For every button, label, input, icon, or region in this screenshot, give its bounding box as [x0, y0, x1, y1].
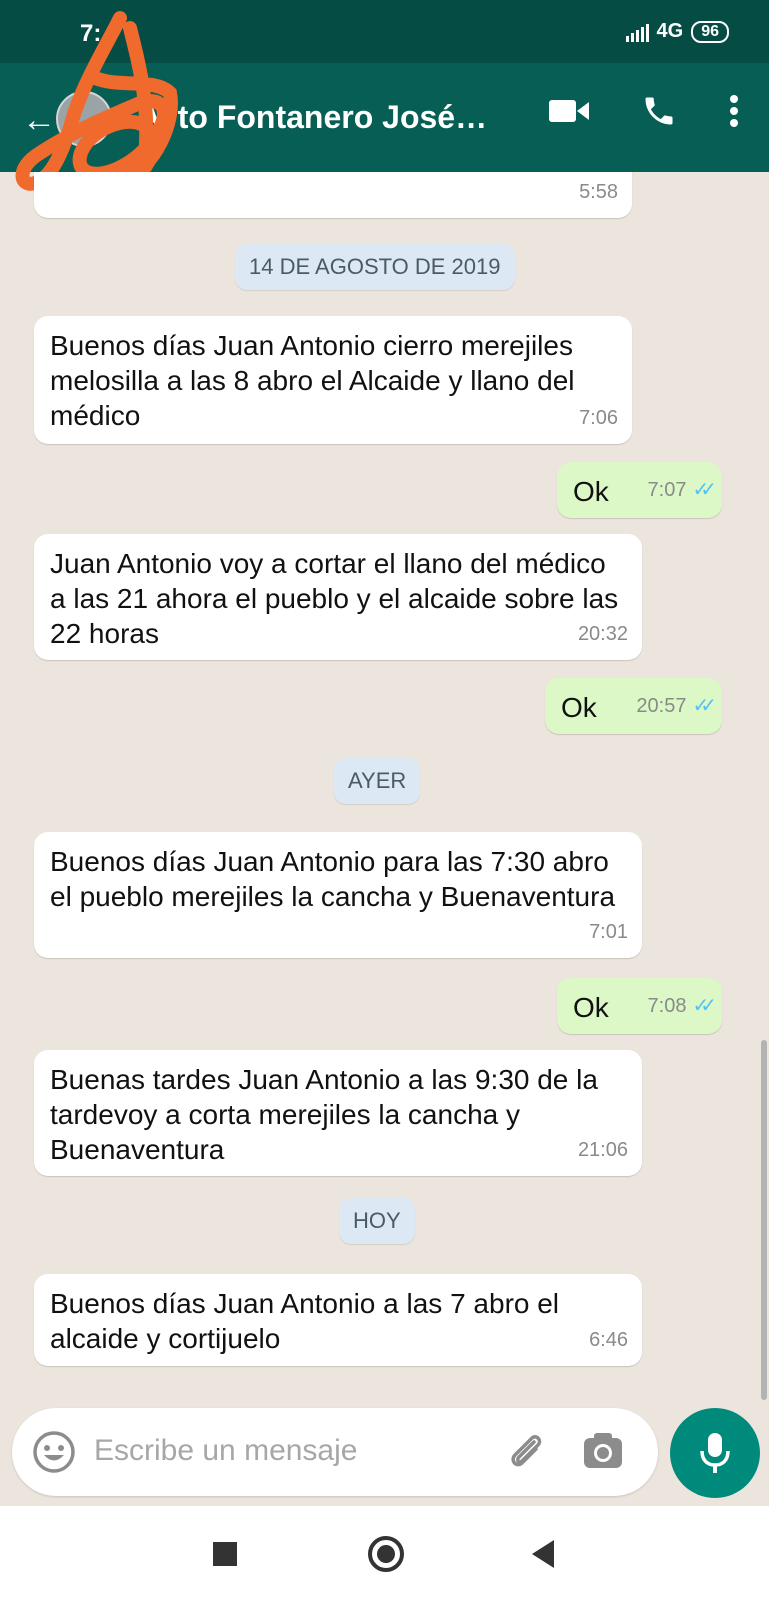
double-check-icon: ✓✓ — [692, 479, 716, 501]
message-incoming[interactable]: 5:58 — [34, 172, 632, 218]
message-outgoing[interactable]: Ok 20:57 ✓✓ — [545, 678, 722, 734]
signal-icon — [625, 22, 649, 42]
message-incoming[interactable]: Buenos días Juan Antonio cierro merejile… — [34, 316, 632, 444]
message-outgoing[interactable]: Ok 7:08 ✓✓ — [557, 978, 722, 1034]
header-actions — [549, 93, 739, 129]
message-text: Ok — [573, 992, 609, 1023]
message-text: Buenas tardes Juan Antonio a las 9:30 de… — [50, 1064, 598, 1165]
message-text: Buenos días Juan Antonio a las 7 abro el… — [50, 1288, 560, 1354]
home-icon[interactable] — [368, 1536, 404, 1572]
message-text: Juan Antonio voy a cortar el llano del m… — [50, 548, 619, 649]
message-time: 6:46 — [589, 1329, 628, 1351]
message-incoming[interactable]: Juan Antonio voy a cortar el llano del m… — [34, 534, 642, 660]
message-time: 21:06 — [577, 1139, 628, 1161]
message-meta: 7:07 ✓✓ — [647, 473, 717, 508]
message-composer: Escribe un mensaje — [12, 1408, 658, 1496]
double-check-icon: ✓✓ — [692, 695, 716, 717]
video-call-icon[interactable] — [549, 98, 589, 124]
contact-name[interactable]: Ayto Fontanero José… — [138, 99, 487, 136]
double-check-icon: ✓✓ — [692, 995, 716, 1017]
camera-icon[interactable] — [582, 1432, 624, 1475]
message-input[interactable]: Escribe un mensaje — [94, 1434, 357, 1468]
message-time: 20:32 — [577, 623, 628, 645]
date-divider: 14 DE AGOSTO DE 2019 — [235, 244, 515, 290]
phone-icon[interactable] — [641, 93, 677, 129]
more-vert-icon[interactable] — [729, 94, 739, 128]
system-nav-bar — [0, 1506, 769, 1600]
message-incoming[interactable]: Buenas tardes Juan Antonio a las 9:30 de… — [34, 1050, 642, 1176]
attach-icon[interactable] — [504, 1428, 548, 1477]
mic-button[interactable] — [670, 1408, 760, 1498]
message-time: 7:06 — [579, 407, 618, 429]
battery-icon: 96 — [691, 20, 729, 43]
message-list[interactable]: 5:58 14 DE AGOSTO DE 2019 Buenos días Ju… — [0, 172, 769, 1408]
message-meta: 7:08 ✓✓ — [647, 989, 717, 1024]
message-incoming[interactable]: Buenos días Juan Antonio a las 7 abro el… — [34, 1274, 642, 1366]
message-text: Ok — [561, 692, 597, 723]
recents-icon[interactable] — [213, 1542, 237, 1566]
message-time: 20:57 — [636, 695, 687, 717]
emoji-icon[interactable] — [32, 1430, 76, 1479]
date-divider: HOY — [339, 1198, 415, 1244]
mic-icon — [700, 1433, 730, 1473]
status-indicators: 4G 96 — [625, 20, 729, 43]
message-meta: 20:57 ✓✓ — [636, 689, 716, 724]
message-incoming[interactable]: Buenos días Juan Antonio para las 7:30 a… — [34, 832, 642, 958]
message-time: 7:08 — [647, 995, 687, 1017]
message-text: Ok — [573, 476, 609, 507]
network-type: 4G — [656, 20, 684, 42]
date-divider: AYER — [334, 758, 421, 804]
message-text: Buenos días Juan Antonio cierro merejile… — [50, 330, 575, 431]
message-time: 7:01 — [589, 921, 628, 943]
scrollbar[interactable] — [761, 1040, 767, 1400]
message-time: 7:07 — [647, 479, 687, 501]
chat-header: ← Ayto Fontanero José… — [0, 11, 769, 192]
back-icon[interactable] — [532, 1540, 554, 1568]
message-text: Buenos días Juan Antonio para las 7:30 a… — [50, 846, 616, 912]
message-time: 5:58 — [579, 181, 618, 203]
message-outgoing[interactable]: Ok 7:07 ✓✓ — [557, 462, 722, 518]
